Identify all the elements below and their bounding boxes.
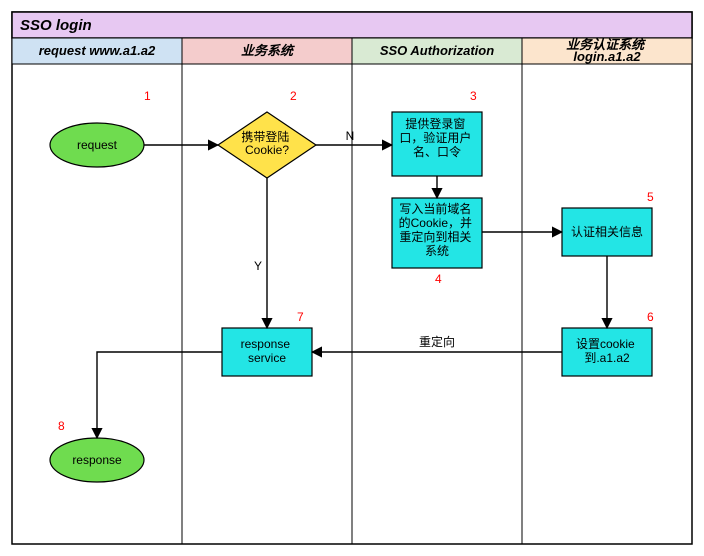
num-3: 3 bbox=[470, 89, 477, 103]
num-1: 1 bbox=[144, 89, 151, 103]
edge-redirect-label: 重定向 bbox=[419, 334, 455, 349]
num-8: 8 bbox=[58, 419, 65, 433]
set-cookie-label: 设置cookie 到.a1.a2 bbox=[576, 337, 638, 365]
num-4: 4 bbox=[435, 272, 442, 286]
cookie-check-label: 携带登陆 Cookie? bbox=[241, 129, 292, 157]
title-bar bbox=[12, 12, 692, 38]
num-2: 2 bbox=[290, 89, 297, 103]
lane2-title: 业务系统 bbox=[241, 43, 295, 58]
response-label: response bbox=[72, 453, 122, 467]
edge-yes-label: Y bbox=[254, 259, 262, 273]
sso-login-diagram: SSO login request www.a1.a2 业务系统 SSO Aut… bbox=[0, 0, 704, 556]
diagram-title: SSO login bbox=[20, 17, 92, 34]
lane1-title: request www.a1.a2 bbox=[39, 43, 156, 58]
num-6: 6 bbox=[647, 310, 654, 324]
lane4-title: 业务认证系统 login.a1.a2 bbox=[566, 37, 648, 64]
edge-service-to-response bbox=[97, 352, 222, 438]
auth-info-label: 认证相关信息 bbox=[571, 224, 643, 239]
lane3-title: SSO Authorization bbox=[380, 43, 494, 58]
response-service-label: response service bbox=[241, 337, 294, 365]
edge-no-label: N bbox=[346, 129, 355, 143]
num-7: 7 bbox=[297, 310, 304, 324]
request-label: request bbox=[77, 138, 118, 152]
num-5: 5 bbox=[647, 190, 654, 204]
